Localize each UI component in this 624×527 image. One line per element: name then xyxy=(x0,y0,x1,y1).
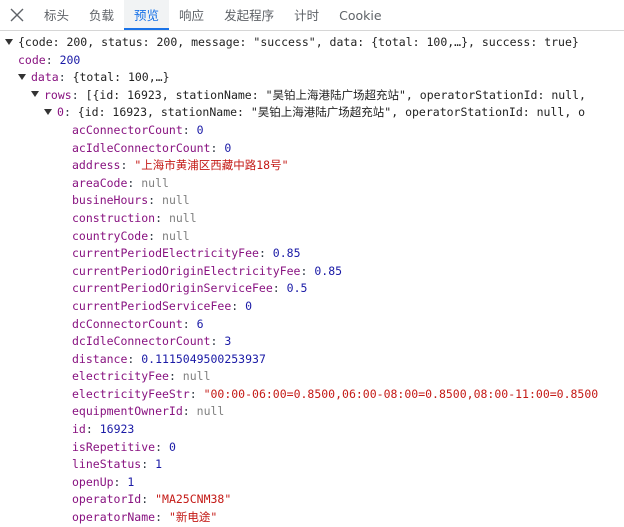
field-value: 0 xyxy=(245,298,253,313)
tree-field-row: equipmentOwnerId: null xyxy=(72,404,225,419)
field-key: data xyxy=(31,70,59,85)
expand-arrow-icon[interactable] xyxy=(18,73,26,80)
field-key: countryCode xyxy=(72,228,149,243)
field-value: "MA25CNM38" xyxy=(155,492,232,507)
field-key: currentPeriodOriginServiceFee xyxy=(72,281,273,296)
field-key: currentPeriodServiceFee xyxy=(72,298,232,313)
field-key: construction xyxy=(72,210,156,225)
tree-field-row: dcConnectorCount: 6 xyxy=(72,316,204,331)
tree-field-row: address: "上海市黄浦区西藏中路18号" xyxy=(72,158,289,173)
close-icon[interactable] xyxy=(0,0,34,30)
tree-field-row: construction: null xyxy=(72,210,197,225)
field-value: "00:00-06:00=0.8500,06:00-08:00=0.8500,0… xyxy=(203,386,599,401)
field-key: electricityFee xyxy=(72,369,169,384)
tree-field-row: currentPeriodElectricityFee: 0.85 xyxy=(72,246,301,261)
tree-field-row: currentPeriodServiceFee: 0 xyxy=(72,298,253,313)
tree-field-row: id: 16923 xyxy=(72,422,135,437)
field-key: 0 xyxy=(57,105,64,120)
tree-field-row: electricityFeeStr: "00:00-06:00=0.8500,0… xyxy=(72,386,599,401)
expand-arrow-icon[interactable] xyxy=(5,38,13,45)
expand-arrow-icon[interactable] xyxy=(31,91,39,98)
field-value: 3 xyxy=(224,334,232,349)
tree-field-row: electricityFee: null xyxy=(72,369,211,384)
field-value: 0 xyxy=(168,439,176,454)
tree-field-row: operatorId: "MA25CNM38" xyxy=(72,492,232,507)
tree-row-code: code: 200 xyxy=(18,52,81,67)
tab-5[interactable]: 计时 xyxy=(284,0,329,30)
tree-field-row: lineStatus: 1 xyxy=(72,457,163,472)
data-summary: {total: 100,…} xyxy=(72,70,170,85)
tree-field-row: acConnectorCount: 0 xyxy=(72,122,204,137)
field-key: acIdleConnectorCount xyxy=(72,140,211,155)
field-key: distance xyxy=(72,351,128,366)
tree-field-row: openUp: 1 xyxy=(72,474,135,489)
field-value: 200 xyxy=(59,52,81,67)
tree-field-row: areaCode: null xyxy=(72,175,169,190)
field-value: 0 xyxy=(196,122,204,137)
tree-field-row: isRepetitive: 0 xyxy=(72,439,176,454)
tree-field-row: currentPeriodOriginElectricityFee: 0.85 xyxy=(72,263,343,278)
field-key: busineHours xyxy=(72,193,149,208)
field-key: areaCode xyxy=(72,175,128,190)
field-key: address xyxy=(72,158,121,173)
field-value: 6 xyxy=(196,316,204,331)
field-value: null xyxy=(182,369,211,384)
field-value: "新电途" xyxy=(168,510,218,525)
field-value: null xyxy=(196,404,225,419)
field-value: 0.5 xyxy=(286,281,308,296)
root-summary: {code: 200, status: 200, message: "succe… xyxy=(18,35,579,49)
tab-3[interactable]: 响应 xyxy=(169,0,214,30)
tree-root-row[interactable]: {code: 200, status: 200, message: "succe… xyxy=(0,34,624,52)
field-value: 0.85 xyxy=(272,246,301,261)
rows-summary: [{id: 16923, stationName: "昊铂上海港陆广场超充站",… xyxy=(85,87,586,102)
field-key: dcConnectorCount xyxy=(72,316,183,331)
tree-field-row: acIdleConnectorCount: 0 xyxy=(72,140,232,155)
field-key: isRepetitive xyxy=(72,439,156,454)
field-value: 1 xyxy=(155,457,163,472)
expand-arrow-icon[interactable] xyxy=(44,108,52,115)
tab-0[interactable]: 标头 xyxy=(34,0,79,30)
field-value: "上海市黄浦区西藏中路18号" xyxy=(134,158,289,173)
tree-field-row: countryCode: null xyxy=(72,228,190,243)
field-key: acConnectorCount xyxy=(72,122,183,137)
tab-6[interactable]: Cookie xyxy=(329,0,391,30)
field-key: openUp xyxy=(72,474,114,489)
field-key: id xyxy=(72,422,86,437)
field-key: rows xyxy=(44,87,72,102)
tab-1[interactable]: 负载 xyxy=(79,0,124,30)
field-value: null xyxy=(162,193,190,208)
tree-row-data[interactable]: data: {total: 100,…} xyxy=(0,69,624,87)
tree-field-row: dcIdleConnectorCount: 3 xyxy=(72,334,232,349)
tree-field-row: currentPeriodOriginServiceFee: 0.5 xyxy=(72,281,308,296)
field-key: dcIdleConnectorCount xyxy=(72,334,211,349)
tree-row-item-0[interactable]: 0: {id: 16923, stationName: "昊铂上海港陆广场超充站… xyxy=(0,104,624,122)
field-key: operatorName xyxy=(72,510,156,525)
tree-field-row: operatorName: "新电途" xyxy=(72,510,218,525)
field-key: currentPeriodOriginElectricityFee xyxy=(72,263,301,278)
field-value: 16923 xyxy=(99,422,135,437)
tree-row-rows[interactable]: rows: [{id: 16923, stationName: "昊铂上海港陆广… xyxy=(0,87,624,105)
field-value: 0 xyxy=(224,140,232,155)
field-value: 0.85 xyxy=(314,263,343,278)
tab-4[interactable]: 发起程序 xyxy=(214,0,284,30)
devtools-tab-bar: 标头 负载 预览 响应 发起程序 计时 Cookie xyxy=(0,0,624,31)
field-key: electricityFeeStr xyxy=(72,386,190,401)
field-value: 0.1115049500253937 xyxy=(141,351,266,366)
field-key: code xyxy=(18,52,46,67)
field-value: null xyxy=(141,175,169,190)
field-key: lineStatus xyxy=(72,457,142,472)
tree-field-row: busineHours: null xyxy=(72,193,190,208)
tree-field-row: distance: 0.1115049500253937 xyxy=(72,351,266,366)
field-value: null xyxy=(168,210,197,225)
item-summary: {id: 16923, stationName: "昊铂上海港陆广场超充站", … xyxy=(77,105,586,120)
field-key: equipmentOwnerId xyxy=(72,404,183,419)
field-key: operatorId xyxy=(72,492,142,507)
tab-2[interactable]: 预览 xyxy=(124,0,170,30)
field-value: 1 xyxy=(127,474,135,489)
field-value: null xyxy=(162,228,190,243)
json-preview-tree: {code: 200, status: 200, message: "succe… xyxy=(0,31,624,527)
field-key: currentPeriodElectricityFee xyxy=(72,246,259,261)
